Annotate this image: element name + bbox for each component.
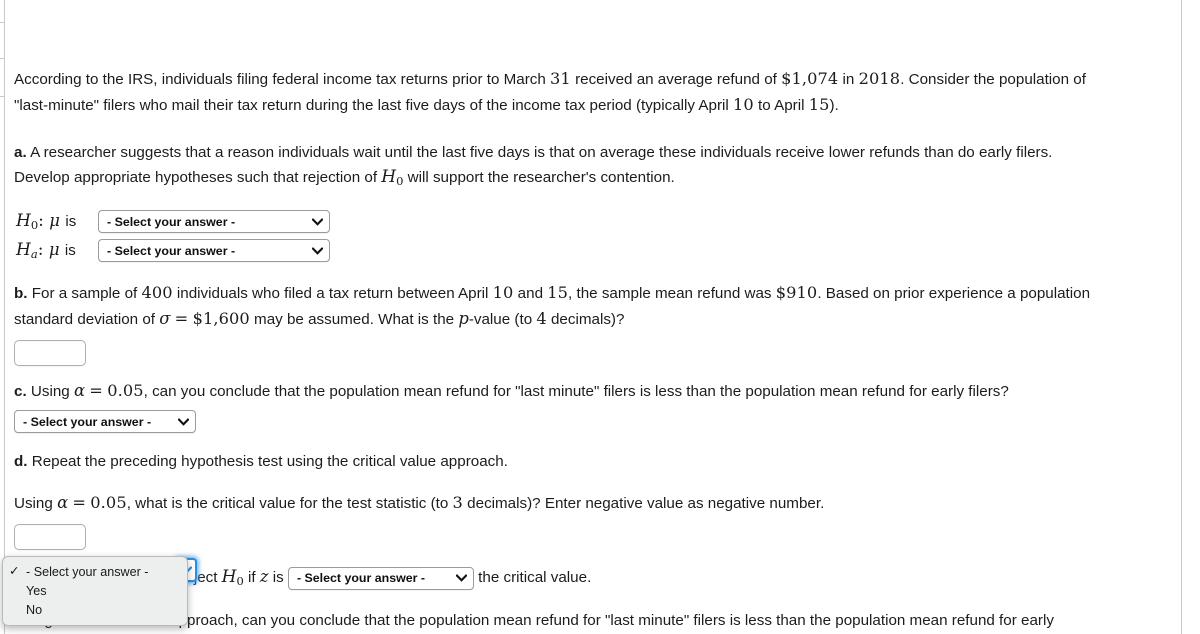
p-value-decimals: 4	[536, 309, 547, 329]
critical-value-input[interactable]	[14, 524, 86, 551]
sample-mean-value: $910	[775, 283, 818, 303]
part-c-label: c.	[14, 383, 27, 401]
march-day: 31	[550, 69, 571, 88]
part-b-april-start: 10	[492, 283, 514, 303]
april-end-value: 15	[808, 95, 830, 114]
part-d-text: Repeat the preceding hypothesis test usi…	[31, 453, 508, 471]
alpha-symbol: α	[57, 493, 69, 513]
rejection-rule-h0: H0	[221, 567, 244, 589]
worksheet-page: According to the IRS, individuals filing…	[0, 0, 1200, 634]
part-d-conclusion-question: Using the critical value approach, can y…	[14, 608, 1174, 634]
part-b-april-end: 15	[547, 283, 569, 303]
equals-symbol: =	[89, 381, 103, 401]
alternative-hypothesis-select[interactable]: - Select your answer -	[98, 239, 330, 263]
part-b-label: b.	[14, 285, 28, 303]
critical-value-question: Using α = 0.05, what is the critical val…	[14, 490, 1174, 516]
chevron-down-icon	[178, 417, 189, 426]
rejection-rule-select-value: - Select your answer -	[296, 570, 426, 585]
intro-text-3: in	[838, 71, 859, 88]
chevron-down-icon	[455, 574, 467, 582]
part-d-crit-c: decimals)? Enter negative value as negat…	[462, 495, 825, 513]
alternative-hypothesis-row: Ha: μ is - Select your answer -	[14, 237, 1174, 264]
part-c-text-a: Using	[30, 383, 74, 401]
part-a-label: a.	[14, 144, 27, 161]
part-d-paragraph: d. Repeat the preceding hypothesis test …	[14, 449, 1174, 474]
part-b-line2-d: decimals)?	[546, 311, 625, 329]
part-c-select-value: - Select your answer -	[23, 414, 152, 429]
part-b-line2-a: standard deviation of	[14, 311, 160, 329]
page-tick	[0, 58, 5, 59]
part-b-text-b: individuals who filed a tax return betwe…	[172, 285, 493, 303]
alpha-value: 0.05	[90, 493, 127, 513]
intro-paragraph: According to the IRS, individuals filing…	[14, 66, 1174, 118]
intro-text-2: received an average refund of	[570, 71, 782, 88]
alpha-symbol: α	[73, 381, 86, 401]
dropdown-option-label: - Select your answer -	[26, 564, 149, 579]
chevron-down-icon	[312, 246, 323, 255]
part-b-text-c: and	[513, 285, 548, 303]
part-b-paragraph: b. For a sample of 400 individuals who f…	[14, 280, 1174, 332]
sigma-symbol: σ	[159, 309, 171, 329]
null-hypothesis-select-value: - Select your answer -	[107, 214, 236, 229]
rejection-rule-text-b: if	[243, 569, 260, 587]
dropdown-option-yes[interactable]: Yes	[3, 581, 187, 600]
sample-size-value: 400	[141, 283, 173, 303]
chevron-down-icon	[312, 217, 323, 226]
page-tick	[0, 22, 5, 23]
part-a-text-line2b: will support the researcher's contention…	[403, 169, 675, 186]
dropdown-option-label: No	[26, 602, 43, 617]
critical-value-decimals: 3	[452, 493, 463, 513]
part-b-text-e: . Based on prior experience a population	[817, 285, 1091, 303]
part-b-line2-b: may be assumed. What is the	[249, 311, 459, 329]
part-d-crit-b: , what is the critical value for the tes…	[126, 495, 453, 513]
rejection-rule-text-c: is	[268, 569, 284, 587]
intro-text-6: to April	[753, 97, 809, 114]
page-right-rule	[1181, 0, 1182, 634]
intro-text-7: ).	[829, 97, 839, 114]
rejection-rule-select[interactable]: - Select your answer -	[287, 566, 474, 590]
intro-text-1: According to the IRS, individuals filing…	[14, 71, 551, 88]
part-b-line2-c: -value (to	[468, 311, 537, 329]
intro-text-4: . Consider the population of	[900, 71, 1086, 88]
year-value: 2018	[858, 69, 901, 88]
alpha-value: 0.05	[107, 381, 144, 401]
problem-content: According to the IRS, individuals filing…	[14, 66, 1174, 634]
rejection-rule-text-d: the critical value.	[478, 569, 592, 587]
intro-text-5: "last-minute" filers who mail their tax …	[14, 97, 733, 114]
alternative-hypothesis-select-value: - Select your answer -	[107, 243, 236, 258]
conclusion-dropdown-menu[interactable]: ✓ - Select your answer - Yes No	[2, 556, 188, 626]
equals-symbol: =	[72, 493, 87, 513]
dropdown-option-label: Yes	[26, 583, 47, 598]
part-b-text-a: For a sample of	[31, 285, 142, 303]
sigma-value: $1,600	[192, 309, 250, 329]
part-d-label: d.	[14, 453, 28, 471]
part-b-text-d: , the sample mean refund was	[568, 285, 776, 303]
null-hypothesis-select[interactable]: - Select your answer -	[98, 210, 330, 234]
p-symbol: p	[458, 309, 469, 329]
part-c-conclusion-select[interactable]: - Select your answer -	[14, 410, 196, 434]
part-a-text-line2a: Develop appropriate hypotheses such that…	[14, 169, 382, 186]
check-icon: ✓	[9, 564, 20, 579]
april-start-value: 10	[733, 95, 754, 114]
dropdown-option-no[interactable]: No	[3, 600, 187, 619]
part-d-crit-a: Using	[14, 495, 58, 513]
average-refund-value: $1,074	[781, 69, 839, 88]
null-hypothesis-row: H0: μ is - Select your answer -	[14, 208, 1174, 235]
p-value-input[interactable]	[14, 340, 86, 367]
dropdown-option-placeholder[interactable]: ✓ - Select your answer -	[3, 562, 187, 581]
part-a-text-line1: A researcher suggests that a reason indi…	[30, 144, 1053, 161]
part-a-paragraph: a. A researcher suggests that a reason i…	[14, 140, 1174, 194]
part-c-paragraph: c. Using α = 0.05, can you conclude that…	[14, 378, 1174, 404]
null-hypothesis-symbol: H0	[381, 167, 404, 189]
page-tick	[0, 96, 5, 97]
z-symbol: z	[259, 567, 269, 587]
null-hypothesis-label: H0: μ is	[16, 211, 77, 233]
alternative-hypothesis-label: Ha: μ is	[16, 240, 76, 262]
part-c-text-b: , can you conclude that the population m…	[143, 383, 1009, 401]
equals-symbol: =	[174, 309, 189, 329]
